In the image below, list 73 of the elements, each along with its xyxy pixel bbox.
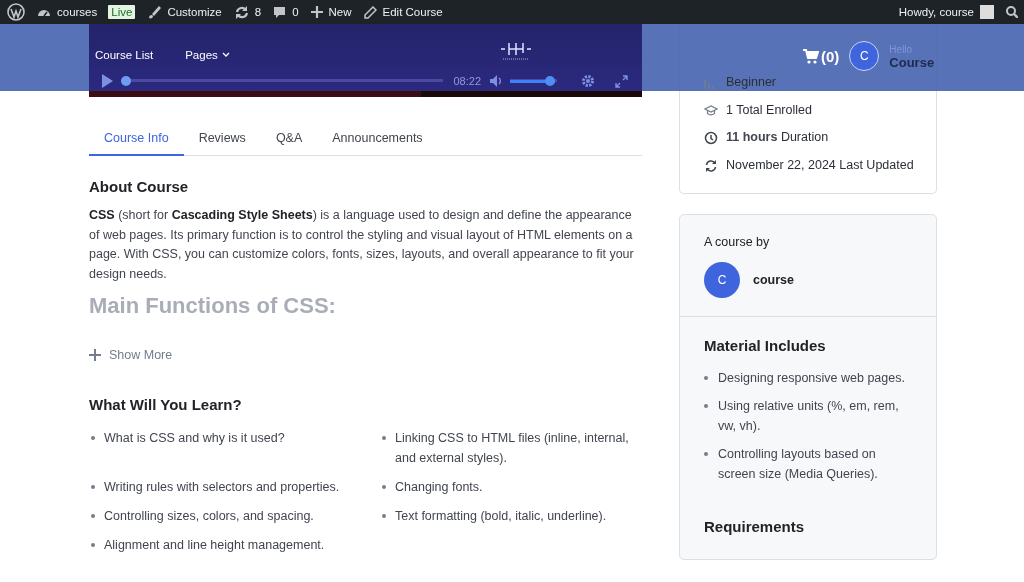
toolbar-item[interactable]: New: [310, 6, 352, 18]
meta-text: November 22, 2024 Last Updated: [726, 156, 914, 174]
time-label: 08:22: [453, 75, 481, 88]
logo-icon: [499, 41, 533, 61]
learning-item: Alignment and line height management.: [104, 537, 325, 554]
wordpress-icon[interactable]: [7, 3, 25, 21]
plus-icon: [310, 6, 323, 18]
course-by-label: A course by: [704, 235, 771, 249]
section-heading: What Will You Learn?: [89, 396, 243, 413]
bullet-icon: [91, 543, 95, 547]
bullet-icon: [382, 514, 386, 518]
toolbar-item[interactable]: Edit Course: [363, 5, 443, 19]
cart-icon: [803, 48, 819, 64]
toolbar-item[interactable]: Customize: [147, 5, 222, 19]
tab[interactable]: Course Info: [89, 122, 184, 156]
tab[interactable]: Reviews: [183, 122, 261, 156]
bullet-icon: [704, 376, 708, 380]
bullet-icon: [382, 436, 386, 440]
show-more-button[interactable]: Show More: [89, 348, 173, 362]
refresh-icon: [233, 4, 249, 20]
search-icon[interactable]: [1006, 6, 1018, 18]
faded-heading: Main Functions of CSS:: [89, 293, 337, 319]
learning-item: Changing fonts.: [395, 479, 483, 496]
brush-icon: [147, 5, 162, 19]
instructor-avatar: C: [704, 262, 740, 298]
play-icon[interactable]: [101, 74, 113, 89]
material-item: Using relative units (%, em, rem, vw, vh).: [718, 398, 900, 435]
clock-icon: [704, 131, 718, 145]
meta-text: Beginner: [726, 74, 777, 91]
material-item: Controlling layouts based on screen size (Media Queries).: [718, 446, 879, 483]
section-heading: Requirements: [704, 518, 806, 535]
meta-text: 1 Total Enrolled: [726, 101, 812, 119]
nav-link[interactable]: Pages: [185, 49, 230, 62]
tab[interactable]: Announcements: [317, 122, 438, 156]
user-avatar[interactable]: C: [849, 41, 880, 71]
toolbar-item[interactable]: 0: [273, 5, 299, 19]
bullet-icon: [382, 485, 386, 489]
refresh-icon: [704, 158, 718, 173]
toolbar-item[interactable]: 8: [233, 4, 262, 20]
live-badge: Live: [108, 5, 136, 19]
tab[interactable]: Q&A: [260, 122, 318, 156]
section-heading: Material Includes: [704, 337, 827, 354]
learning-item: Text formatting (bold, italic, underline).: [395, 508, 607, 525]
plus-icon: [89, 349, 101, 361]
bullet-icon: [704, 404, 708, 408]
volume-icon[interactable]: [489, 74, 502, 89]
settings-icon[interactable]: [581, 74, 596, 89]
section-heading: About Course: [89, 178, 190, 195]
learning-item: Controlling sizes, colors, and spacing.: [104, 508, 314, 525]
cart-button[interactable]: (0): [803, 47, 840, 65]
greeting-link[interactable]: Howdy, course: [898, 6, 974, 18]
course-description: CSS (short for Cascading Style Sheets) is a language used to design and define the appearance of web pages. Its primary function is to control the styling and visual layout of HTML elements on a page. With CSS, you can customize colors, fonts, sizes, layouts, and overall appearance to fit your design needs.: [89, 207, 635, 283]
meta-text: 11 hours Duration: [726, 129, 829, 146]
chevron-down-icon: [221, 52, 230, 59]
learning-item: Writing rules with selectors and properties.: [104, 479, 340, 496]
graduation-cap-icon: [704, 103, 718, 118]
fullscreen-icon[interactable]: [615, 74, 628, 88]
user-name: Course: [889, 56, 935, 69]
instructor-name[interactable]: course: [753, 273, 794, 287]
learning-item: Linking CSS to HTML files (inline, internal, and external styles).: [395, 430, 630, 467]
comment-icon: [273, 5, 287, 19]
learning-item: What is CSS and why is it used?: [104, 430, 285, 447]
volume-handle[interactable]: [545, 76, 556, 87]
progress-handle[interactable]: [121, 76, 131, 87]
pencil-icon: [363, 5, 377, 19]
avatar-icon: [980, 5, 994, 19]
material-item: Designing responsive web pages.: [718, 370, 905, 387]
toolbar-item[interactable]: courses: [37, 6, 98, 18]
bullet-icon: [91, 485, 95, 489]
bullet-icon: [704, 452, 708, 456]
nav-link[interactable]: Course List: [95, 49, 154, 62]
bullet-icon: [91, 514, 95, 518]
bullet-icon: [91, 436, 95, 440]
